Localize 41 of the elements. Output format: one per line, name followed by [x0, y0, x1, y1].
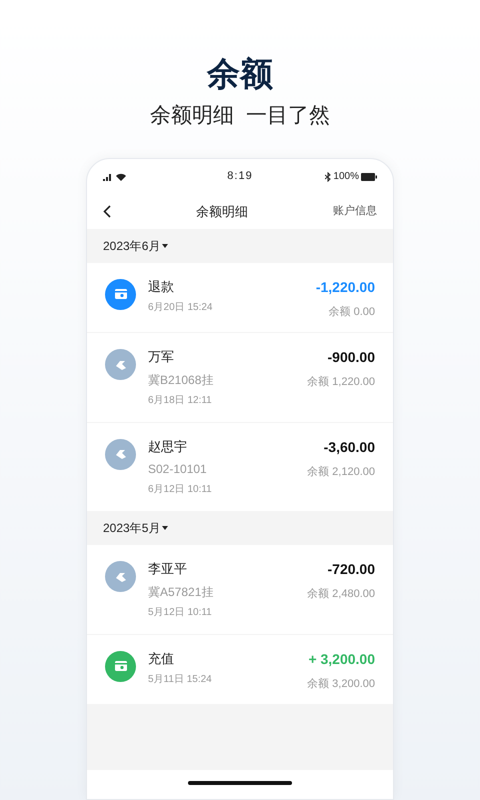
- plate-number: S02-10101: [148, 461, 208, 478]
- hero-subtitle: 余额明细 一目了然: [150, 103, 330, 129]
- status-time: 8:19: [227, 169, 253, 184]
- back-icon[interactable]: [103, 205, 111, 218]
- payee-name: 充值: [148, 650, 175, 668]
- month-header[interactable]: 2023年6月: [87, 228, 393, 262]
- transaction-time: 6月12日 10:11: [148, 483, 213, 497]
- payee-name: 退款: [148, 278, 175, 296]
- caret-icon: [162, 244, 168, 248]
- payee-name: 万军: [148, 348, 175, 366]
- page-title: 余额明细: [196, 202, 248, 221]
- balance: 余额 0.00: [328, 304, 375, 320]
- payee-name: 李亚平: [148, 560, 188, 578]
- wallet-icon: [105, 650, 136, 682]
- signal-icon: [103, 172, 113, 180]
- wifi-icon: [116, 172, 126, 180]
- transaction-time: 6月20日 15:24: [148, 301, 214, 315]
- battery-percent: 100%: [333, 170, 359, 184]
- month-label[interactable]: 2023年6月: [103, 236, 160, 254]
- balance: 余额 2,120.00: [307, 464, 375, 480]
- payee-name: 赵思宇: [148, 438, 188, 456]
- transaction-time: 6月18日 12:11: [148, 394, 213, 408]
- bluetooth-icon: [325, 172, 332, 182]
- amount: -900.00: [328, 348, 375, 367]
- account-info-link[interactable]: 账户信息: [333, 203, 377, 220]
- caret-icon: [162, 526, 168, 530]
- hero-title: 余额: [207, 54, 273, 94]
- plate-number: 冀B21068挂: [148, 372, 214, 388]
- battery-icon: [360, 172, 377, 180]
- amount: -720.00: [328, 560, 375, 579]
- month-header[interactable]: 2023年5月: [87, 511, 393, 545]
- amount: + 3,200.00: [308, 650, 375, 668]
- balance: 余额 2,480.00: [307, 586, 375, 602]
- transaction-time: 5月12日 10:11: [148, 606, 213, 620]
- transaction-time: 5月11日 15:24: [148, 673, 213, 687]
- plate-number: 冀A57821挂: [148, 584, 214, 600]
- amount: -3,60.00: [324, 438, 375, 456]
- amount: -1,220.00: [316, 278, 375, 296]
- balance: 余额 1,220.00: [307, 374, 375, 390]
- balance: 余额 3,200.00: [307, 676, 375, 692]
- month-label[interactable]: 2023年5月: [103, 519, 160, 537]
